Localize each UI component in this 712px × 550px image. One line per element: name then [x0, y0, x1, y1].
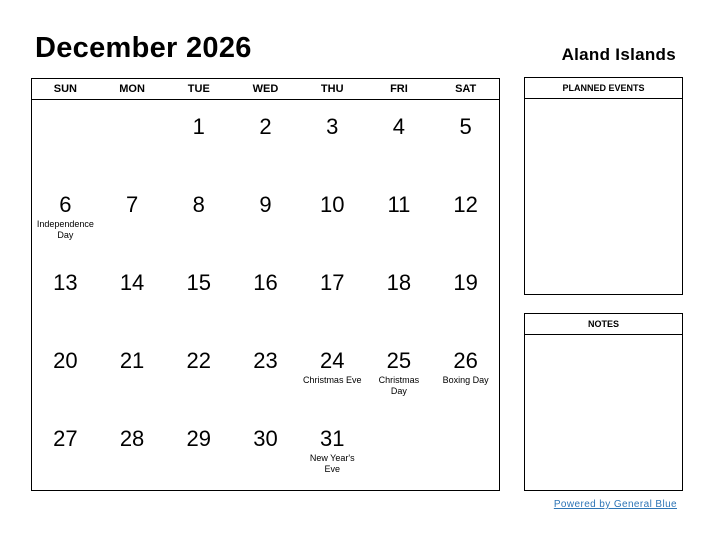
weekday-tue: TUE	[187, 83, 210, 95]
day-cell-6: 6 Independence Day	[32, 178, 99, 256]
holiday-label: Christmas Eve	[302, 375, 362, 385]
day-cell-3: 3	[299, 100, 366, 178]
day-number: 15	[186, 270, 212, 295]
day-cell-10: 10	[299, 178, 366, 256]
day-cell-9: 9	[232, 178, 299, 256]
day-number: 5	[459, 114, 472, 139]
day-number: 17	[319, 270, 345, 295]
day-cell-8: 8	[165, 178, 232, 256]
day-number: 16	[253, 270, 278, 295]
day-cell-26: 26 Boxing Day	[432, 334, 499, 412]
day-number: 3	[326, 114, 339, 139]
day-cell-5: 5	[432, 100, 499, 178]
weekday-fri: FRI	[390, 83, 408, 95]
day-cell-14: 14	[99, 256, 166, 334]
day-cell-19: 19	[432, 256, 499, 334]
day-number: 6	[59, 192, 72, 217]
powered-by-link[interactable]: Powered by General Blue	[554, 499, 677, 510]
day-cell-16: 16	[232, 256, 299, 334]
day-cell-30: 30	[232, 412, 299, 490]
holiday-label: Boxing Day	[442, 375, 489, 385]
day-number: 31	[319, 426, 345, 451]
country-name: Aland Islands	[561, 45, 676, 64]
empty-cell	[32, 100, 99, 178]
day-number: 20	[53, 348, 78, 373]
day-cell-12: 12	[432, 178, 499, 256]
day-cell-21: 21	[99, 334, 166, 412]
holiday-label: New Year's Eve	[309, 453, 355, 474]
day-number: 21	[119, 348, 145, 373]
day-number: 7	[125, 192, 139, 217]
day-number: 23	[253, 348, 278, 373]
day-cell-28: 28	[99, 412, 166, 490]
day-cell-13: 13	[32, 256, 99, 334]
day-number: 19	[453, 270, 478, 295]
day-cell-22: 22	[165, 334, 232, 412]
day-number: 22	[186, 348, 212, 373]
day-cell-17: 17	[299, 256, 366, 334]
day-number: 1	[192, 114, 205, 139]
day-number: 24	[319, 348, 345, 373]
weekday-wed: WED	[252, 83, 279, 95]
day-cell-18: 18	[366, 256, 433, 334]
calendar-grid: SUN MON TUE WED THU FRI SAT 1 2 3 4 5 6 Independence…	[31, 78, 500, 491]
day-number: 13	[53, 270, 78, 295]
day-number: 8	[192, 192, 205, 217]
weekday-sat: SAT	[455, 83, 477, 95]
day-number: 2	[259, 114, 272, 139]
day-cell-29: 29	[165, 412, 232, 490]
calendar-title: December 2026	[35, 32, 252, 64]
day-cell-23: 23	[232, 334, 299, 412]
day-number: 9	[259, 192, 272, 217]
day-number: 4	[392, 114, 406, 139]
weekday-mon: MON	[119, 83, 145, 95]
empty-cell	[366, 412, 433, 490]
day-number: 29	[186, 426, 212, 451]
calendar-body: 1 2 3 4 5 6 Independence Day 7 8 9 10 11 12 13 14 15 16 1…	[32, 100, 499, 490]
planned-events-panel: PLANNED EVENTS	[524, 77, 683, 295]
day-cell-7: 7	[99, 178, 166, 256]
day-cell-20: 20	[32, 334, 99, 412]
day-cell-24: 24 Christmas Eve	[299, 334, 366, 412]
day-number: 18	[386, 270, 412, 295]
weekday-header: SUN MON TUE WED THU FRI SAT	[32, 79, 499, 100]
day-number: 28	[119, 426, 145, 451]
planned-events-title: PLANNED EVENTS	[525, 78, 682, 99]
notes-title: NOTES	[525, 314, 682, 335]
day-cell-25: 25 Christmas Day	[366, 334, 433, 412]
empty-cell	[432, 412, 499, 490]
day-number: 27	[53, 426, 78, 451]
day-cell-4: 4	[366, 100, 433, 178]
day-number: 10	[319, 192, 345, 217]
holiday-label: Independence Day	[36, 219, 94, 240]
day-number: 12	[453, 192, 478, 217]
day-cell-1: 1	[165, 100, 232, 178]
day-cell-27: 27	[32, 412, 99, 490]
holiday-label: Christmas Day	[378, 375, 420, 396]
weekday-thu: THU	[320, 83, 344, 95]
day-cell-15: 15	[165, 256, 232, 334]
day-number: 11	[387, 192, 411, 217]
day-number: 26	[453, 348, 478, 373]
empty-cell	[99, 100, 166, 178]
day-number: 25	[386, 348, 412, 373]
day-cell-11: 11	[366, 178, 433, 256]
day-cell-31: 31 New Year's Eve	[299, 412, 366, 490]
notes-panel: NOTES	[524, 313, 683, 491]
day-number: 14	[119, 270, 145, 295]
day-cell-2: 2	[232, 100, 299, 178]
day-number: 30	[253, 426, 278, 451]
weekday-sun: SUN	[53, 83, 77, 95]
